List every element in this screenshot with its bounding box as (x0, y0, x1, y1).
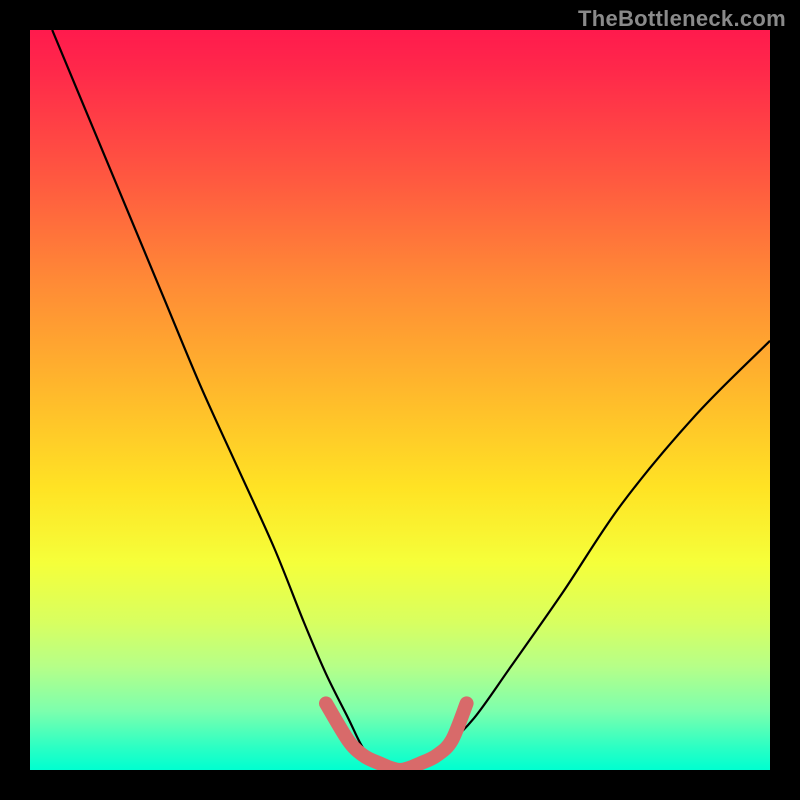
curve-layer (30, 30, 770, 770)
watermark-text: TheBottleneck.com (578, 6, 786, 32)
optimal-band (326, 703, 467, 770)
plot-area (30, 30, 770, 770)
chart-frame: TheBottleneck.com (0, 0, 800, 800)
bottleneck-curve (52, 30, 770, 770)
